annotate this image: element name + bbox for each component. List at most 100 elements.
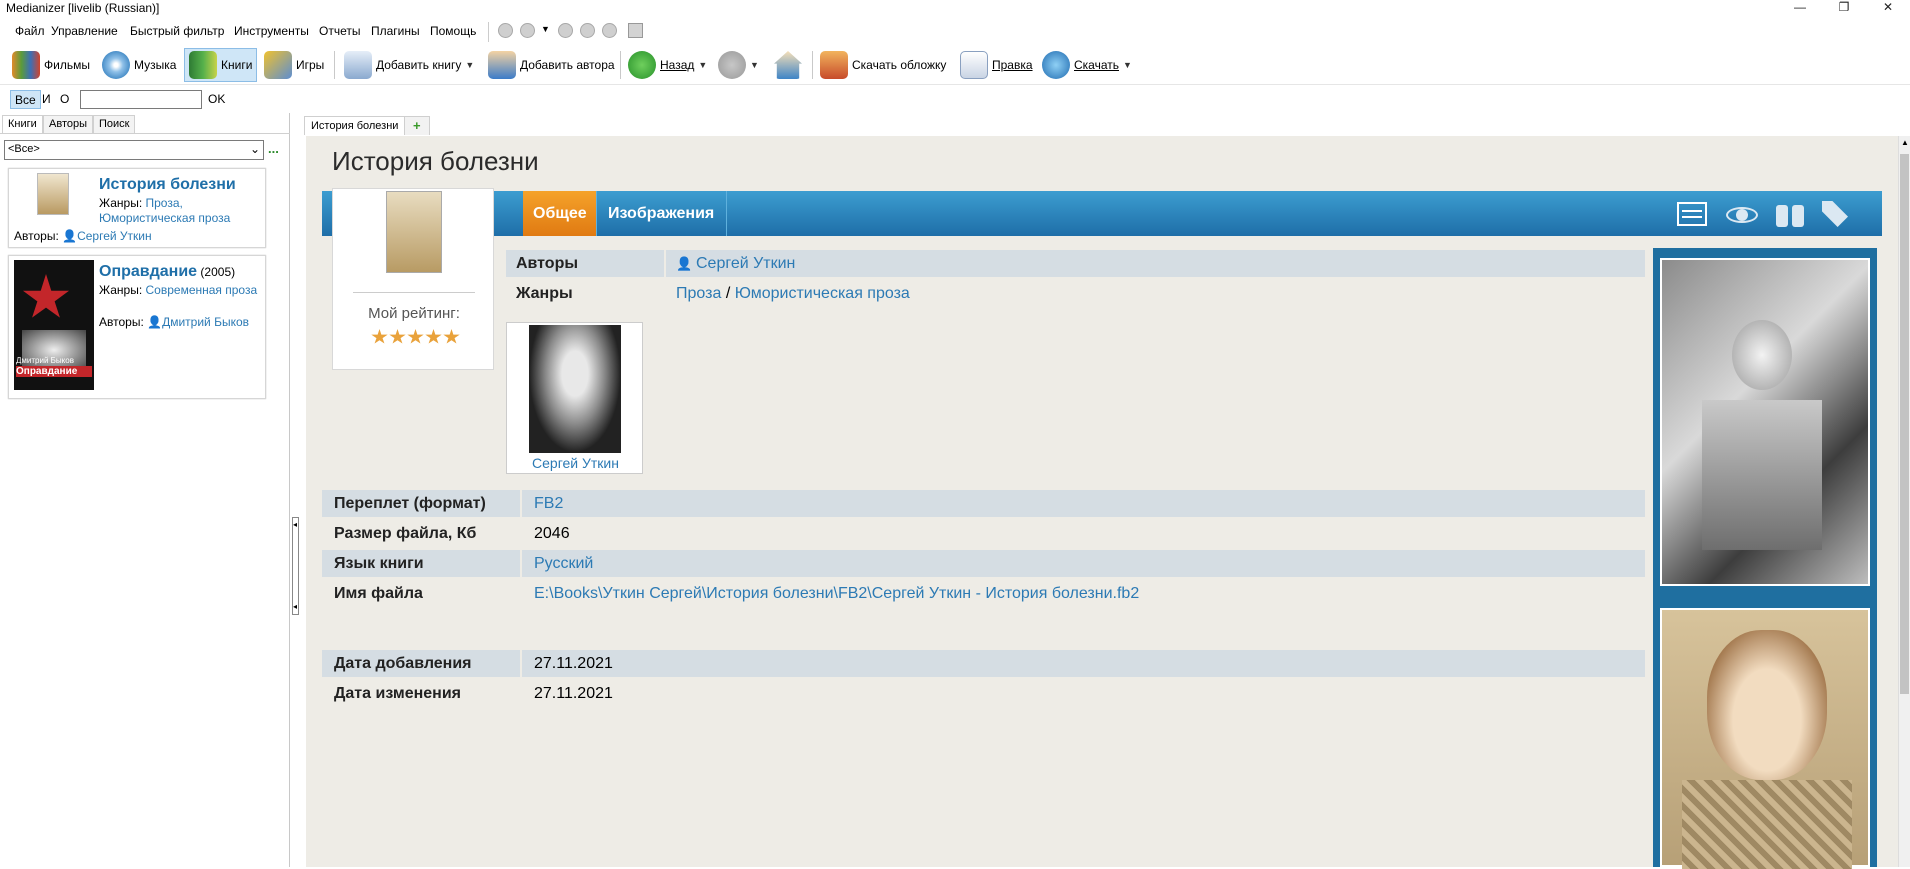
format-value[interactable]: FB2	[534, 490, 563, 517]
stop-icon[interactable]	[602, 23, 617, 38]
back-button[interactable]: Назад ▼	[624, 48, 711, 82]
forward-icon[interactable]	[580, 23, 595, 38]
gamepad-icon	[264, 51, 292, 79]
scroll-thumb[interactable]	[1900, 154, 1909, 694]
author-photo-card[interactable]: Сергей Уткин	[506, 322, 643, 474]
forward-dropdown-icon[interactable]: ▼	[750, 60, 759, 70]
star-icon[interactable]	[425, 329, 442, 344]
author-link[interactable]: Сергей Уткин	[696, 250, 795, 277]
date-added-value: 27.11.2021	[534, 655, 613, 672]
date-added-row: Дата добавления 27.11.2021	[322, 650, 1645, 677]
authors-row: Авторы 👤 Сергей Уткин	[506, 250, 1645, 277]
star-icon[interactable]	[389, 329, 406, 344]
genres-value: Проза / Юмористическая проза	[676, 280, 910, 307]
forward-button[interactable]: ▼	[714, 48, 763, 82]
music-button[interactable]: Музыка	[98, 48, 180, 82]
list-item[interactable]: История болезни Жанры: Проза, Юмористиче…	[8, 168, 266, 248]
vertical-scrollbar[interactable]: ▲	[1898, 136, 1910, 867]
genres-row-label: Жанры	[516, 285, 573, 302]
tab-authors[interactable]: Авторы	[43, 115, 93, 133]
tag-icon[interactable]	[1818, 199, 1854, 229]
star-icon[interactable]	[371, 329, 388, 344]
filter-or-button[interactable]: О	[56, 90, 73, 109]
book-cover-thumbnail	[37, 173, 69, 215]
rewind-icon[interactable]	[498, 23, 513, 38]
toolbar-separator	[812, 51, 813, 79]
filter-input[interactable]	[80, 90, 202, 109]
menu-manage[interactable]: Управление	[51, 24, 118, 38]
tab-general[interactable]: Общее	[523, 191, 597, 236]
rating-stars[interactable]	[371, 329, 461, 345]
home-button[interactable]	[770, 48, 806, 82]
book-cover-image[interactable]	[386, 191, 442, 273]
add-book-button[interactable]: Добавить книгу ▼	[340, 48, 478, 82]
filter-ok-button[interactable]: OK	[204, 90, 229, 109]
menu-file[interactable]: Файл	[15, 24, 45, 38]
book-title[interactable]: История болезни	[99, 176, 236, 194]
edit-button[interactable]: Правка	[956, 48, 1037, 82]
star-icon[interactable]	[407, 329, 424, 344]
file-size-label: Размер файла, Кб	[334, 525, 477, 542]
menu-plugins[interactable]: Плагины	[371, 24, 420, 38]
tab-search[interactable]: Поиск	[93, 115, 136, 133]
close-button[interactable]: ✕	[1866, 0, 1910, 17]
genre-link[interactable]: Проза	[676, 285, 721, 302]
minimize-button[interactable]: —	[1778, 0, 1822, 17]
person-icon: 👤	[62, 229, 78, 243]
record-icon[interactable]	[558, 23, 573, 38]
books-button[interactable]: Книги	[184, 48, 258, 82]
games-label: Игры	[296, 58, 325, 72]
add-tab-button[interactable]: +	[404, 116, 430, 135]
add-author-button[interactable]: Добавить автора	[484, 48, 619, 82]
filter-all-button[interactable]: Все	[10, 90, 41, 109]
eye-icon[interactable]	[1724, 199, 1760, 229]
book-image[interactable]	[1660, 608, 1870, 869]
filter-and-button[interactable]: И	[38, 90, 55, 109]
file-name-label: Имя файла	[334, 585, 423, 602]
star-icon[interactable]	[443, 329, 460, 344]
download-button[interactable]: Скачать ▼	[1038, 48, 1136, 82]
restore-button[interactable]: ❐	[1822, 0, 1866, 17]
tab-current-book[interactable]: История болезни	[304, 116, 406, 135]
genres-link[interactable]: Современная проза	[146, 283, 258, 297]
menu-tools[interactable]: Инструменты	[234, 24, 309, 38]
add-book-dropdown-icon[interactable]: ▼	[465, 60, 474, 70]
download-cover-button[interactable]: Скачать обложку	[816, 48, 950, 82]
author-photo-caption[interactable]: Сергей Уткин	[507, 455, 644, 471]
menu-reports[interactable]: Отчеты	[319, 24, 360, 38]
collapse-arrow-icon[interactable]: ◂	[293, 602, 297, 611]
book-heading: Оправдание (2005)	[99, 263, 235, 281]
tab-underline	[0, 133, 290, 134]
films-button[interactable]: Фильмы	[8, 48, 94, 82]
author-link[interactable]: Дмитрий Быков	[162, 315, 249, 329]
speaker-icon[interactable]	[628, 23, 643, 38]
back-dropdown-icon[interactable]: ▼	[698, 60, 707, 70]
download-dropdown-icon[interactable]: ▼	[1123, 60, 1132, 70]
tab-images[interactable]: Изображения	[598, 191, 724, 236]
author-link[interactable]: Сергей Уткин	[77, 229, 152, 243]
language-value[interactable]: Русский	[534, 550, 593, 577]
games-button[interactable]: Игры	[260, 48, 328, 82]
play-icon[interactable]	[520, 23, 535, 38]
file-name-value[interactable]: E:\Books\Уткин Сергей\История болезни\FB…	[534, 580, 1139, 607]
tab-books[interactable]: Книги	[2, 115, 43, 133]
shirt-photo	[1682, 780, 1852, 869]
menu-quick-filter[interactable]: Быстрый фильтр	[130, 24, 224, 38]
category-select[interactable]: <Все> ⌄	[4, 140, 264, 160]
list-item[interactable]: Дмитрий Быков Оправдание Оправдание (200…	[8, 255, 266, 399]
scroll-up-icon[interactable]: ▲	[1901, 138, 1909, 147]
play-dropdown-icon[interactable]: ▼	[541, 24, 550, 34]
download-cover-label: Скачать обложку	[852, 58, 947, 72]
collapse-arrow-icon[interactable]: ◂	[293, 520, 297, 529]
more-options-button[interactable]: ...	[268, 141, 279, 156]
window-title: Medianizer [livelib (Russian)]	[6, 1, 160, 15]
panel-splitter[interactable]: ◂ ◂	[292, 517, 299, 615]
menu-help[interactable]: Помощь	[430, 24, 476, 38]
date-modified-label: Дата изменения	[334, 685, 461, 702]
layout-icon[interactable]	[1674, 199, 1710, 229]
genre-link[interactable]: Юмористическая проза	[735, 285, 910, 302]
book-title[interactable]: Оправдание	[99, 263, 197, 280]
book-image[interactable]	[1660, 258, 1870, 586]
binoculars-icon[interactable]	[1772, 199, 1808, 229]
genre-separator: /	[725, 285, 731, 302]
